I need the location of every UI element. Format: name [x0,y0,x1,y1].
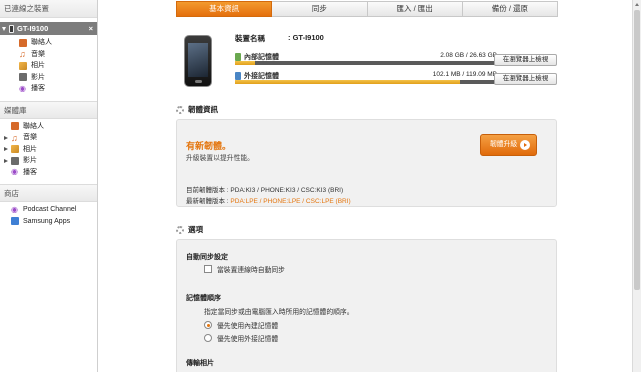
main-panel: 裝置名稱 : GT-I9100 內部記憶體 2.08 GB / 26.63 GB… [98,17,631,372]
sidebar-item-label: 相片 [31,62,45,69]
auto-sync-heading: 自動同步設定 [186,254,228,261]
tab-basic-info[interactable]: 基本資訊 [176,1,273,17]
sidebar-item-device-podcasts[interactable]: ◉ 播客 [0,83,97,95]
video-icon [19,73,27,82]
sidebar-item-label: 播客 [31,85,45,92]
contacts-icon [19,38,27,47]
podcast-icon: ◉ [19,83,26,93]
internal-memory-fill [235,61,256,65]
sidebar-item-label: 影片 [23,157,37,164]
tab-backup-restore[interactable]: 備份 / 還原 [462,1,558,17]
sidebar-item-library-podcasts[interactable]: ◉ 播客 [0,167,97,179]
sidebar-item-samsung-apps[interactable]: Samsung Apps [0,216,97,228]
sidebar-item-library-contacts[interactable]: 聯絡人 [0,121,97,133]
sidebar-item-device-photos[interactable]: 相片 [0,60,97,72]
internal-memory-bar [235,61,497,65]
sidebar-item-label: 影片 [31,73,45,81]
auto-sync-option[interactable]: 當裝置連線時自動同步 [204,264,285,274]
auto-sync-checkbox[interactable] [204,265,212,273]
chevron-right-icon[interactable] [4,158,8,163]
firmware-panel: 有新韌體。 升級裝置以提升性能。 韌體升級 目前韌體版本 : PDA:KI3 /… [176,119,557,207]
play-icon [520,140,530,150]
internal-memory-row: 內部記憶體 2.08 GB / 26.63 GB [235,52,497,66]
options-panel: 自動同步設定 當裝置連線時自動同步 記憶體順序 指定當同步或由電腦匯入時所用的記… [176,239,557,372]
library-list: 聯絡人 ♫ 音樂 相片 影片 ◉ 播客 [0,119,97,179]
sidebar-item-library-photos[interactable]: 相片 [0,144,97,156]
tab-import-export[interactable]: 匯入 / 匯出 [367,1,463,17]
video-icon [11,156,19,165]
sidebar-item-device-videos[interactable]: 影片 [0,72,97,84]
sidebar-item-label: 音樂 [31,50,45,58]
vertical-scrollbar[interactable] [632,0,641,372]
chevron-right-icon[interactable] [4,135,8,140]
firmware-upgrade-button[interactable]: 韌體升級 [480,134,537,156]
sidebar-item-label: Samsung Apps [23,217,71,225]
sidebar-item-label: 音樂 [23,134,37,141]
tab-sync[interactable]: 同步 [272,1,368,17]
photo-icon [19,61,27,70]
sidebar-item-device-contacts[interactable]: 聯絡人 [0,37,97,49]
contacts-icon [11,122,19,131]
firmware-section-title: 韌體資訊 [176,104,218,115]
sidebar-item-podcast-channel[interactable]: ◉ Podcast Channel [0,204,97,216]
view-external-in-browser-button[interactable]: 在瀏覽器上檢視 [494,73,557,85]
prefer-internal-radio[interactable] [204,321,212,329]
device-name-label: 裝置名稱 [235,34,265,43]
shop-header: 商店 [0,184,97,202]
shop-list: ◉ Podcast Channel Samsung Apps [0,202,97,227]
sidebar: 已連線之裝置 GT-I9100 × 聯絡人 ♫ 音樂 相片 影片 ◉ 播客 媒體庫 … [0,0,98,372]
memory-order-heading: 記憶體順序 [186,295,221,302]
firmware-new-title: 有新韌體。 [186,141,232,151]
firmware-current-version: 目前韌體版本 : PDA:KI3 / PHONE:KI3 / CSC:KI3 (… [186,187,344,194]
chevron-right-icon[interactable] [4,147,8,152]
sidebar-item-device-music[interactable]: ♫ 音樂 [0,49,97,61]
gear-icon [176,225,184,234]
device-content-list: 聯絡人 ♫ 音樂 相片 影片 ◉ 播客 [0,35,97,95]
external-memory-size: 102.1 MB / 119.09 MB [432,71,497,78]
internal-memory-size: 2.08 GB / 26.63 GB [440,52,497,59]
prefer-internal-option[interactable]: 優先使用內建記憶體 [204,320,278,330]
transfer-photos-heading: 傳輸相片 [186,360,214,367]
sidebar-item-label: 播客 [23,168,37,176]
view-internal-in-browser-button[interactable]: 在瀏覽器上檢視 [494,54,557,66]
podcast-icon: ◉ [11,204,18,214]
apps-icon [11,217,19,226]
sidebar-item-label: 聯絡人 [31,39,52,46]
music-icon: ♫ [19,49,26,60]
music-icon: ♫ [11,132,18,143]
scroll-up-icon[interactable] [635,3,639,6]
chevron-down-icon[interactable] [2,26,6,31]
sidebar-item-label: 聯絡人 [23,122,44,130]
library-header: 媒體庫 [0,100,97,119]
prefer-external-option[interactable]: 優先使用外接記憶體 [204,333,278,343]
device-image [184,35,212,87]
internal-memory-icon [235,53,241,61]
close-icon[interactable]: × [89,22,93,35]
firmware-desc: 升級裝置以提升性能。 [186,155,254,162]
external-memory-fill [235,80,460,84]
sidebar-item-library-music[interactable]: ♫ 音樂 [0,132,97,144]
firmware-latest-version: 最新韌體版本 : PDA:LPE / PHONE:LPE / CSC:LPE (… [186,198,351,205]
sidebar-item-label: Podcast Channel [23,206,77,213]
external-memory-bar [235,80,497,84]
scroll-thumb[interactable] [634,10,640,290]
options-section-title: 選項 [176,224,203,235]
tab-bar: 基本資訊 同步 匯入 / 匯出 備份 / 還原 [176,1,558,17]
external-memory-row: 外接記憶體 102.1 MB / 119.09 MB [235,71,497,85]
photo-icon [11,145,19,154]
gear-icon [176,105,184,114]
memory-order-desc: 指定當同步或由電腦匯入時所用的記憶體的順序。 [204,309,354,316]
device-name: GT-I9100 [17,24,49,33]
sidebar-item-label: 相片 [23,145,37,153]
connected-devices-header: 已連線之裝置 [0,0,97,18]
prefer-external-radio[interactable] [204,334,212,342]
external-memory-icon [235,72,241,80]
phone-icon [9,24,14,33]
sidebar-item-library-videos[interactable]: 影片 [0,155,97,167]
device-name-value: : GT-I9100 [288,33,324,42]
podcast-icon: ◉ [11,167,18,177]
sidebar-device-gt-i9100[interactable]: GT-I9100 × [0,22,97,35]
